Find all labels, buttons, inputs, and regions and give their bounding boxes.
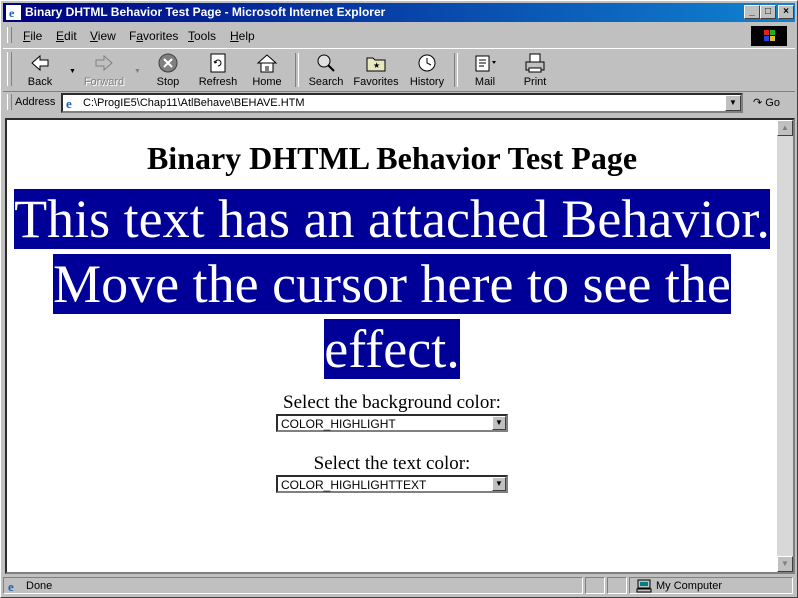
address-dropdown-button[interactable]: ▼ [725, 95, 741, 111]
status-text: Done [26, 580, 53, 592]
favorites-folder-icon: ★ [366, 57, 386, 72]
menu-edit[interactable]: Edit [56, 29, 77, 43]
mail-icon [475, 55, 496, 72]
zone-text: My Computer [656, 580, 723, 592]
svg-text:★: ★ [373, 61, 380, 70]
svg-text:e: e [8, 579, 14, 593]
go-arrow-icon: ↷ [753, 97, 763, 109]
history-icon [418, 54, 436, 72]
chevron-down-icon: ▼ [729, 98, 737, 107]
page-title: Binary DHTML Behavior Test Page [146, 140, 638, 176]
home-icon [256, 54, 278, 73]
mail-button[interactable]: Mail [458, 52, 512, 88]
search-button[interactable]: Search [299, 52, 353, 88]
computer-icon [636, 579, 652, 593]
chevron-down-icon[interactable]: ▼ [492, 477, 506, 491]
scroll-up-button[interactable]: ▲ [777, 120, 793, 136]
favorites-button[interactable]: ★ Favorites [349, 52, 403, 88]
text-color-label: Select the text color: [313, 453, 471, 474]
bg-color-select[interactable]: COLOR_HIGHLIGHT ▼ [276, 414, 508, 432]
close-button[interactable]: × [778, 5, 794, 19]
back-button[interactable]: Back [13, 52, 67, 88]
minimize-icon: _ [749, 6, 755, 17]
chevron-down-icon[interactable]: ▼ [492, 416, 506, 430]
address-url: C:\ProgIE5\Chap11\AtlBehave\BEHAVE.HTM [83, 97, 305, 109]
text-color-value: COLOR_HIGHLIGHTTEXT [281, 478, 427, 492]
stop-button[interactable]: Stop [141, 52, 195, 88]
address-grip [7, 94, 12, 110]
status-pane [585, 577, 605, 594]
home-button[interactable]: Home [240, 52, 294, 88]
menu-bar: File Edit View Favorites Tools Help [3, 24, 795, 46]
standard-toolbar: Back ▼ Forward ▼ Stop Refresh Home Searc… [3, 48, 795, 92]
menu-view[interactable]: View [90, 29, 116, 43]
svg-text:e: e [66, 96, 72, 110]
bg-color-value: COLOR_HIGHLIGHT [281, 417, 396, 431]
menu-file[interactable]: File [23, 29, 42, 43]
status-pane [607, 577, 627, 594]
back-dropdown-icon[interactable]: ▼ [69, 68, 76, 75]
address-bar: Address e C:\ProgIE5\Chap11\AtlBehave\BE… [3, 92, 795, 114]
forward-arrow-icon [95, 54, 113, 72]
text-color-select[interactable]: COLOR_HIGHLIGHTTEXT ▼ [276, 475, 508, 493]
scroll-down-button[interactable]: ▼ [777, 556, 793, 572]
go-button[interactable]: ↷ Go [753, 96, 780, 109]
vertical-scrollbar[interactable]: ▲ ▼ [777, 120, 793, 572]
print-button[interactable]: Print [508, 52, 562, 88]
page-viewport: Binary DHTML Behavior Test Page This tex… [5, 118, 795, 574]
window-title: Binary DHTML Behavior Test Page - Micros… [25, 5, 386, 19]
zone-pane: My Computer [629, 577, 793, 594]
behavior-text-block[interactable]: This text has an attached Behavior. Move… [7, 187, 777, 382]
arrow-up-icon: ▲ [781, 123, 789, 132]
menu-tools[interactable]: Tools [188, 29, 216, 43]
refresh-icon [210, 53, 226, 73]
printer-icon [525, 53, 545, 73]
bg-color-label: Select the background color: [283, 392, 501, 413]
minimize-button[interactable]: _ [744, 5, 760, 19]
maximize-icon: □ [764, 6, 772, 17]
menu-favorites[interactable]: Favorites [129, 29, 178, 43]
stop-icon [158, 53, 178, 73]
back-arrow-icon [31, 54, 49, 72]
forward-dropdown-icon[interactable]: ▼ [134, 68, 141, 75]
close-icon: × [783, 6, 789, 17]
arrow-down-icon: ▼ [781, 559, 789, 568]
status-bar: e Done My Computer [3, 577, 795, 595]
history-button[interactable]: History [400, 52, 454, 88]
page-done-icon: e [8, 579, 14, 593]
page-body: Binary DHTML Behavior Test Page This tex… [7, 120, 777, 572]
forward-button[interactable]: Forward [77, 52, 131, 88]
status-text-pane: e Done [3, 577, 583, 594]
address-input[interactable]: e C:\ProgIE5\Chap11\AtlBehave\BEHAVE.HTM… [61, 93, 743, 113]
address-label: Address [15, 96, 56, 108]
menu-grip [7, 27, 12, 43]
toolbar-grip [7, 52, 12, 86]
menu-help[interactable]: Help [230, 29, 255, 43]
maximize-button[interactable]: □ [760, 5, 776, 19]
behavior-text: This text has an attached Behavior. Move… [14, 189, 770, 379]
browser-window: e Binary DHTML Behavior Test Page - Micr… [0, 0, 798, 598]
svg-text:e: e [9, 6, 15, 20]
windows-logo-icon [751, 26, 787, 46]
refresh-button[interactable]: Refresh [191, 52, 245, 88]
page-icon: e [66, 96, 72, 110]
title-bar: e Binary DHTML Behavior Test Page - Micr… [3, 3, 795, 22]
ie-logo-icon: e [6, 5, 21, 20]
search-icon [317, 54, 335, 72]
